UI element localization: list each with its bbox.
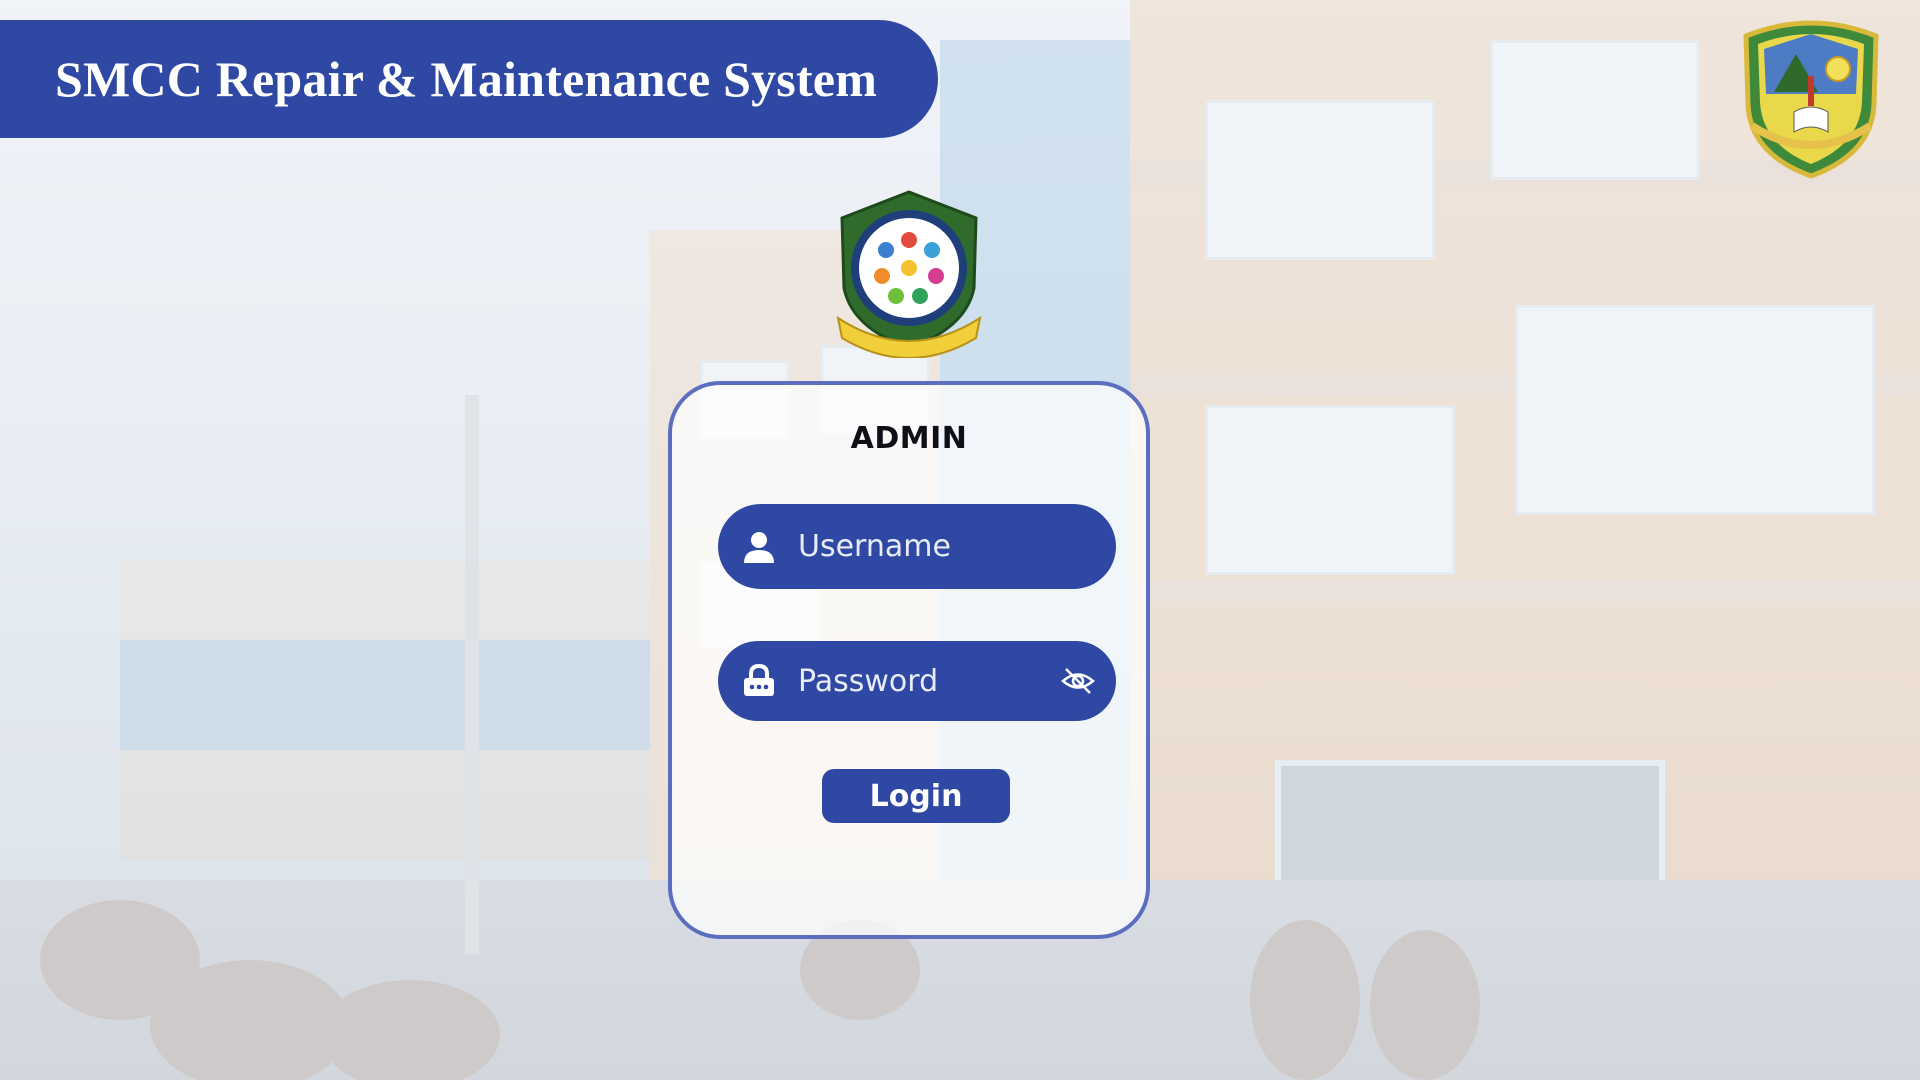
ccis-seal-logo — [836, 190, 982, 358]
password-field[interactable] — [718, 641, 1116, 721]
user-icon — [740, 528, 778, 566]
eye-slash-icon[interactable] — [1060, 663, 1096, 699]
app-title: SMCC Repair & Maintenance System — [55, 51, 878, 107]
username-input[interactable] — [798, 529, 1048, 564]
username-field[interactable] — [718, 504, 1116, 589]
login-button[interactable]: Login — [822, 769, 1010, 823]
login-title: ADMIN — [850, 421, 968, 456]
password-input[interactable] — [798, 663, 1048, 699]
lock-icon — [740, 662, 778, 700]
college-seal-logo — [1743, 20, 1879, 179]
header-bar: SMCC Repair & Maintenance System — [0, 20, 938, 138]
login-card: ADMIN Login — [668, 381, 1150, 939]
